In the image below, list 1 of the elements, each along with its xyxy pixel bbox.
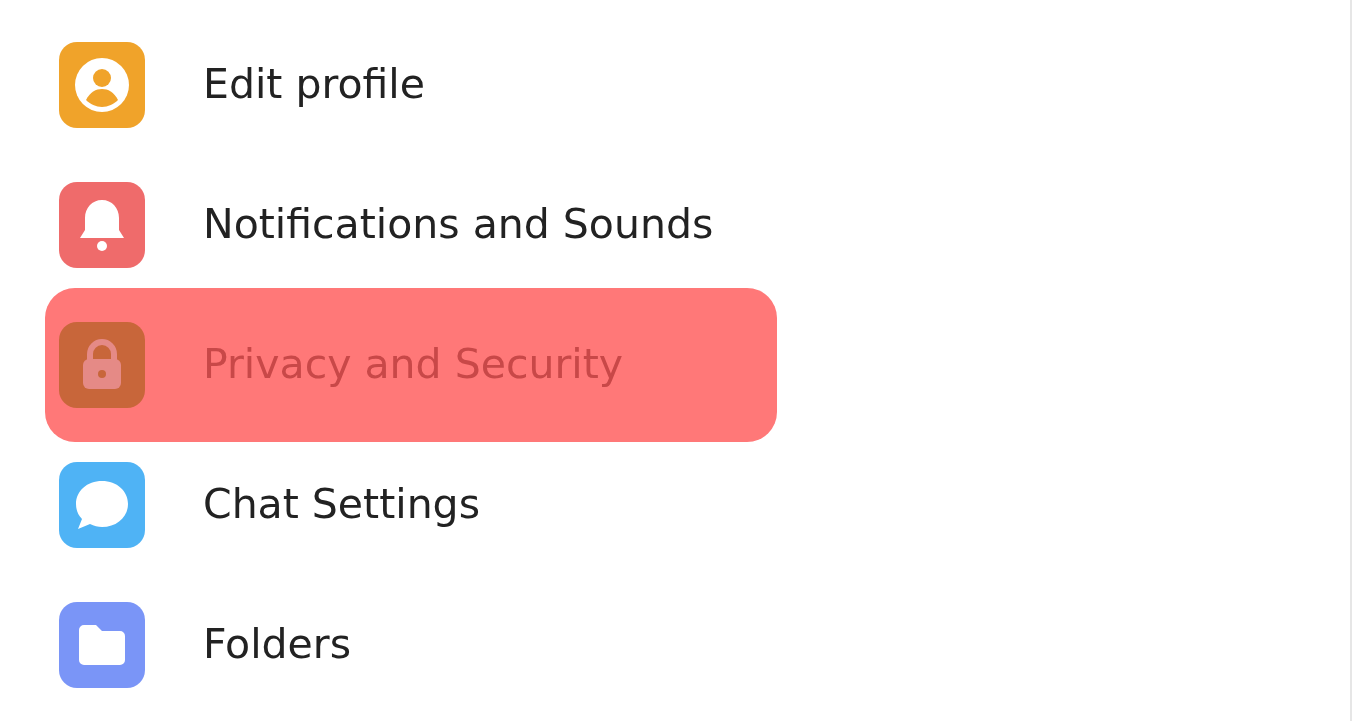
menu-item[interactable]: Edit profile: [45, 8, 777, 162]
